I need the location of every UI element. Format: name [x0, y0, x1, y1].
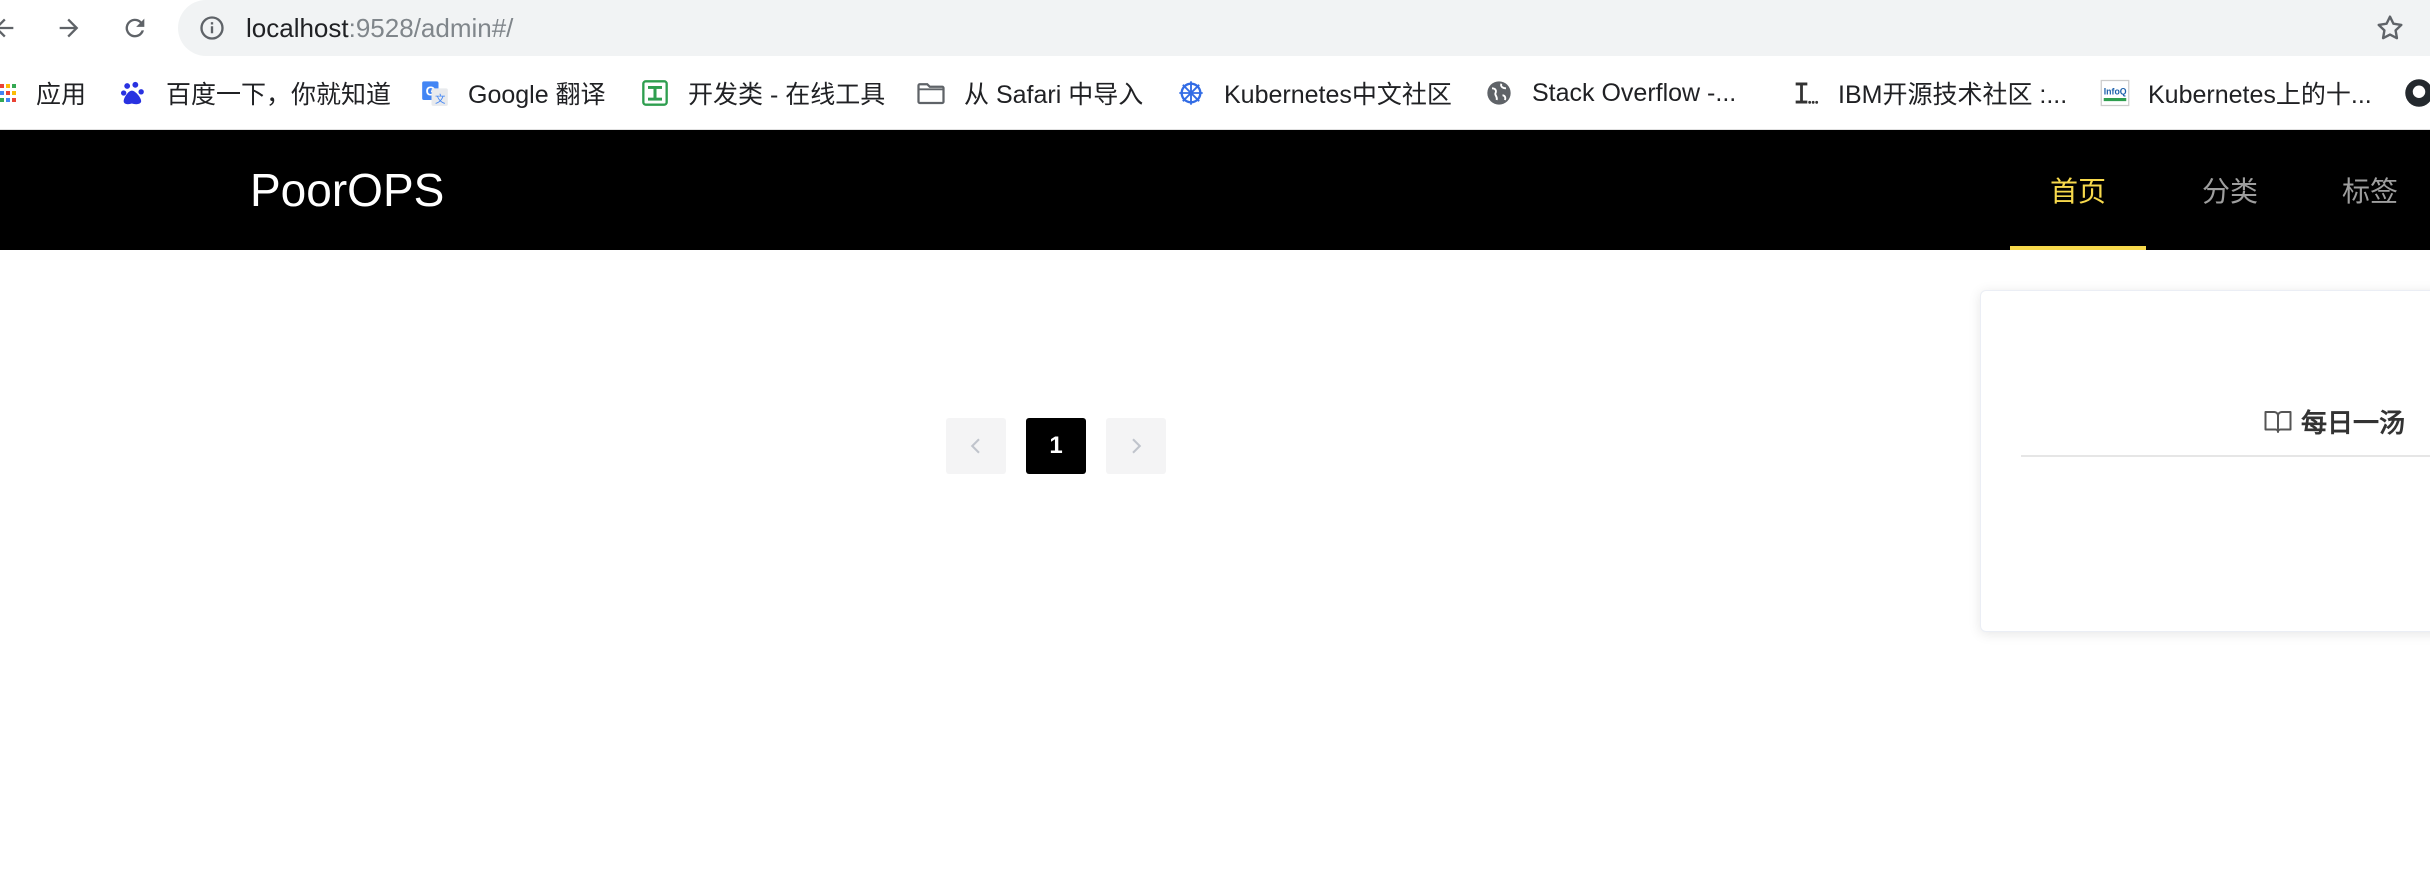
- url-host: localhost: [246, 13, 349, 43]
- bookmark-star-icon[interactable]: [2374, 12, 2406, 44]
- forward-arrow-icon[interactable]: [51, 10, 87, 46]
- pagination-next-button[interactable]: [1106, 418, 1166, 474]
- ibm-icon: [1790, 78, 1820, 108]
- address-bar[interactable]: localhost:9528/admin#/: [178, 0, 2430, 56]
- app-logo[interactable]: PoorOPS: [250, 164, 444, 216]
- info-icon[interactable]: [198, 14, 226, 42]
- infoq-icon: InfoQ: [2100, 78, 2130, 108]
- bookmark-dev-tools[interactable]: 开发类 - 在线工具: [640, 74, 885, 112]
- nav-category[interactable]: 分类: [2180, 130, 2280, 250]
- card-divider: [2021, 455, 2430, 457]
- bookmark-label: 从 Safari 中导入: [964, 81, 1144, 109]
- bookmark-github[interactable]: [2404, 74, 2430, 112]
- kubernetes-icon: [1176, 78, 1206, 108]
- bookmark-label: 应用: [36, 81, 87, 109]
- chevron-left-icon: [970, 438, 980, 454]
- back-arrow-icon[interactable]: [0, 10, 22, 46]
- bookmark-label: Kubernetes中文社区: [1224, 81, 1452, 109]
- chevron-right-icon: [1132, 438, 1142, 454]
- google-translate-icon: G 文: [420, 78, 450, 108]
- pagination-page-current[interactable]: 1: [1026, 418, 1086, 474]
- nav-active-indicator: [2010, 246, 2146, 250]
- daily-soup-card: 每日一汤: [1980, 290, 2430, 632]
- folder-icon: [916, 78, 946, 108]
- card-title: 每日一汤: [2263, 403, 2405, 440]
- apps-grid-icon: [0, 78, 16, 108]
- bookmark-apps[interactable]: 应用: [0, 74, 86, 112]
- bookmark-google-translate[interactable]: G 文 Google 翻译: [420, 74, 606, 112]
- reload-icon[interactable]: [117, 10, 153, 46]
- browser-toolbar: localhost:9528/admin#/: [0, 0, 2430, 56]
- svg-text:InfoQ: InfoQ: [2104, 86, 2127, 96]
- nav-tags[interactable]: 标签: [2310, 130, 2430, 250]
- bookmark-label: 百度一下，你就知道: [166, 81, 392, 109]
- app-header: PoorOPS 首页 分类 标签: [0, 130, 2430, 250]
- bookmark-label: Kubernetes上的十...: [2148, 81, 2372, 109]
- bookmark-label: IBM开源技术社区 :...: [1838, 81, 2068, 109]
- bookmark-baidu[interactable]: 百度一下，你就知道: [118, 74, 391, 112]
- bookmark-kubernetes-cn[interactable]: Kubernetes中文社区: [1176, 74, 1452, 112]
- bookmark-stackoverflow[interactable]: Stack Overflow -...: [1484, 74, 1736, 112]
- bookmark-label: 开发类 - 在线工具: [688, 81, 886, 109]
- card-title-text: 每日一汤: [2301, 408, 2406, 438]
- bookmark-infoq[interactable]: InfoQ Kubernetes上的十...: [2100, 74, 2372, 112]
- bookmarks-bar: 应用 百度一下，你就知道 G 文 Google 翻译 开发类 - 在线工具 从 …: [0, 56, 2430, 130]
- url-text[interactable]: localhost:9528/admin#/: [246, 12, 513, 44]
- book-open-icon: [2264, 410, 2292, 433]
- pagination-prev-button[interactable]: [946, 418, 1006, 474]
- bookmark-label: Google 翻译: [468, 81, 606, 109]
- svg-text:文: 文: [435, 92, 446, 105]
- globe-icon: [1484, 78, 1514, 108]
- baidu-paw-icon: [118, 78, 148, 108]
- tool-icon: [640, 78, 670, 108]
- url-path: :9528/admin#/: [348, 13, 514, 43]
- bookmark-label: Stack Overflow -...: [1532, 78, 1737, 107]
- bookmark-ibm[interactable]: IBM开源技术社区 :...: [1790, 74, 2067, 112]
- bookmark-safari-folder[interactable]: 从 Safari 中导入: [916, 74, 1143, 112]
- github-icon: [2404, 78, 2430, 108]
- nav-home[interactable]: 首页: [2010, 130, 2146, 250]
